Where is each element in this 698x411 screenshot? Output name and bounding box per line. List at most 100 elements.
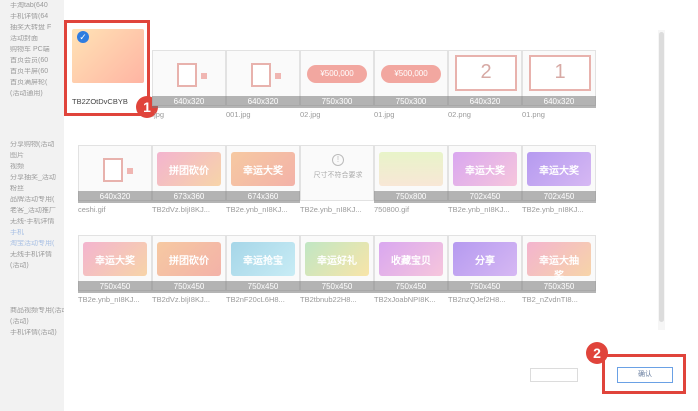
sidebar-item[interactable]: 老客_活动推广: [10, 207, 64, 215]
image-dimensions: 750x450: [300, 281, 374, 293]
sidebar-item[interactable]: 视频: [10, 163, 64, 171]
sidebar-item[interactable]: 分享抽奖_活动: [10, 174, 64, 182]
sidebar-item[interactable]: 商品视频专用(活动: [10, 307, 64, 315]
price-pill: ¥500,000: [381, 65, 441, 83]
image-dimensions: 673x360: [152, 191, 226, 203]
price-pill: ¥500,000: [307, 65, 367, 83]
image-tile[interactable]: 幸运大奖 674x360 TB2e.ynb_nI8KJ...: [226, 145, 300, 225]
image-filename: 750800.gif: [374, 205, 410, 214]
image-filename: ceshi.gif: [78, 205, 106, 214]
image-dimensions: 674x360: [226, 191, 300, 203]
image-tile[interactable]: ! 尺寸不符合要求 TB2e.ynb_nI8KJ...: [300, 145, 374, 225]
image-dimensions: 750x450: [152, 281, 226, 293]
image-thumbnail: ! 尺寸不符合要求: [300, 145, 374, 201]
image-tile[interactable]: 幸运大奖 702x450 TB2e.ynb_nI8KJ...: [448, 145, 522, 225]
banner-text: 幸运大奖: [539, 166, 579, 177]
image-dimensions: 640x320: [448, 96, 522, 108]
placeholder-mark: [201, 73, 207, 79]
placeholder-mark: [275, 73, 281, 79]
sidebar-item[interactable]: (活动): [10, 318, 64, 326]
sidebar-item[interactable]: 购物车 PC端: [10, 46, 64, 54]
image-filename: 001.jpg: [226, 110, 251, 119]
image-dimensions: 640x320: [78, 191, 152, 203]
image-tile[interactable]: 1 640x320 01.png: [522, 50, 596, 130]
sidebar-item[interactable]: 粉丝: [10, 185, 64, 193]
banner-text: 幸运抢宝: [243, 256, 283, 267]
scrollbar-thumb[interactable]: [659, 32, 664, 322]
image-filename: TB2e.ynb_nI8KJ...: [300, 205, 362, 214]
portrait-art: [379, 152, 443, 186]
image-dimensions: 750x450: [226, 281, 300, 293]
image-tile[interactable]: 幸运抢宝 750x450 TB2nF20cL6H8...: [226, 235, 300, 315]
confirm-button[interactable]: 确认: [617, 367, 673, 383]
sidebar-item[interactable]: 分享购物(活动: [10, 141, 64, 149]
image-dimensions: 750x800: [374, 191, 448, 203]
size-warning-text: 尺寸不符合要求: [313, 172, 363, 179]
sidebar-item[interactable]: 品牌活动专用(: [10, 196, 64, 204]
banner-art: 幸运大奖: [83, 242, 147, 276]
image-dimensions: 750x450: [78, 281, 152, 293]
check-icon: ✓: [77, 31, 89, 43]
sidebar-item[interactable]: 无线-手机详情: [10, 218, 64, 226]
confirm-button-highlight: 确认: [602, 354, 686, 394]
sidebar-item[interactable]: 手机: [10, 229, 64, 237]
image-filename: TB2e.ynb_nI8KJ...: [226, 205, 288, 214]
image-tile[interactable]: 拼团砍价 750x450 TB2dVz.bIjI8KJ...: [152, 235, 226, 315]
sidebar-item[interactable]: 抽奖大转盘 F: [10, 24, 64, 32]
image-filename: 02.png: [448, 110, 471, 119]
sidebar-item[interactable]: 首页会员(60: [10, 57, 64, 65]
cancel-button[interactable]: [530, 368, 578, 382]
placeholder-mark: [127, 168, 133, 174]
image-filename: .jpg: [152, 110, 165, 119]
sidebar-item[interactable]: 淘宝活动专用(: [10, 240, 64, 248]
image-filename: 01.png: [522, 110, 545, 119]
frame-shape: 1: [529, 55, 591, 91]
image-tile[interactable]: ¥500,000 750x300 02.jpg: [300, 50, 374, 130]
sidebar-item[interactable]: 无线手机详情: [10, 251, 64, 259]
banner-art: 幸运大抽奖: [527, 242, 591, 282]
banner-text: 收藏宝贝: [391, 256, 431, 267]
placeholder-frame: [177, 63, 197, 87]
sidebar-item[interactable]: 手机详情(64: [10, 13, 64, 21]
image-filename: TB2e.ynb_nI8KJ...: [448, 205, 510, 214]
image-dimensions: 750x300: [300, 96, 374, 108]
image-dimensions: 750x450: [448, 281, 522, 293]
sidebar-item[interactable]: 手机详情(活动): [10, 329, 64, 337]
image-tile[interactable]: 2 640x320 02.png: [448, 50, 522, 130]
image-tile[interactable]: 幸运大奖 750x450 TB2e.ynb_nI8KJ...: [78, 235, 152, 315]
image-tile[interactable]: 640x320 001.jpg: [226, 50, 300, 130]
sidebar-item[interactable]: (活动): [10, 262, 64, 270]
image-tile[interactable]: 幸运大奖 702x450 TB2e.ynb_nI8KJ...: [522, 145, 596, 225]
image-tile[interactable]: 收藏宝贝 750x450 TB2xJoabNPI8K...: [374, 235, 448, 315]
image-tile[interactable]: 分享 750x450 TB2nzQJef2H8...: [448, 235, 522, 315]
image-tile[interactable]: 幸运好礼 750x450 TB2tbnub22H8...: [300, 235, 374, 315]
image-filename: TB2tbnub22H8...: [300, 295, 357, 304]
image-filename: TB2nzQJef2H8...: [448, 295, 506, 304]
image-dimensions: 750x450: [374, 281, 448, 293]
image-tile[interactable]: ¥500,000 750x300 01.jpg: [374, 50, 448, 130]
sidebar-item[interactable]: 首页半屏(60: [10, 68, 64, 76]
image-tile[interactable]: 拼团砍价 673x360 TB2dVz.bIjI8KJ...: [152, 145, 226, 225]
image-tile[interactable]: 幸运大抽奖 750x350 TB2_nZvdnTI8...: [522, 235, 596, 315]
sidebar-item[interactable]: (活动通用): [10, 90, 64, 98]
image-tile[interactable]: 640x320 .jpg: [152, 50, 226, 130]
sidebar-item[interactable]: 首页满屏轮(: [10, 79, 64, 87]
image-dimensions: 702x450: [522, 191, 596, 203]
image-tile[interactable]: 640x320 ceshi.gif: [78, 145, 152, 225]
sidebar-item[interactable]: 手淘tab(640: [10, 2, 64, 10]
image-filename: TB2xJoabNPI8K...: [374, 295, 436, 304]
image-dimensions: 702x450: [448, 191, 522, 203]
frame-shape: 2: [455, 55, 517, 91]
image-dimensions: 750x300: [374, 96, 448, 108]
digit-text: 2: [480, 61, 492, 83]
callout-badge-2: 2: [586, 342, 608, 364]
image-dimensions: 640x320: [152, 96, 226, 108]
image-tile[interactable]: 750x800 750800.gif: [374, 145, 448, 225]
scrollbar[interactable]: [658, 30, 665, 330]
category-sidebar: 手淘tab(640 手机详情(64 抽奖大转盘 F 活动封面购物车 PC端 首页会员(6…: [0, 0, 64, 411]
warning-icon: !: [332, 154, 344, 166]
image-filename: TB2dVz.bIjI8KJ...: [152, 295, 210, 304]
sidebar-item[interactable]: 图片: [10, 152, 64, 160]
placeholder-frame: [251, 63, 271, 87]
sidebar-item[interactable]: 活动封面: [10, 35, 64, 43]
